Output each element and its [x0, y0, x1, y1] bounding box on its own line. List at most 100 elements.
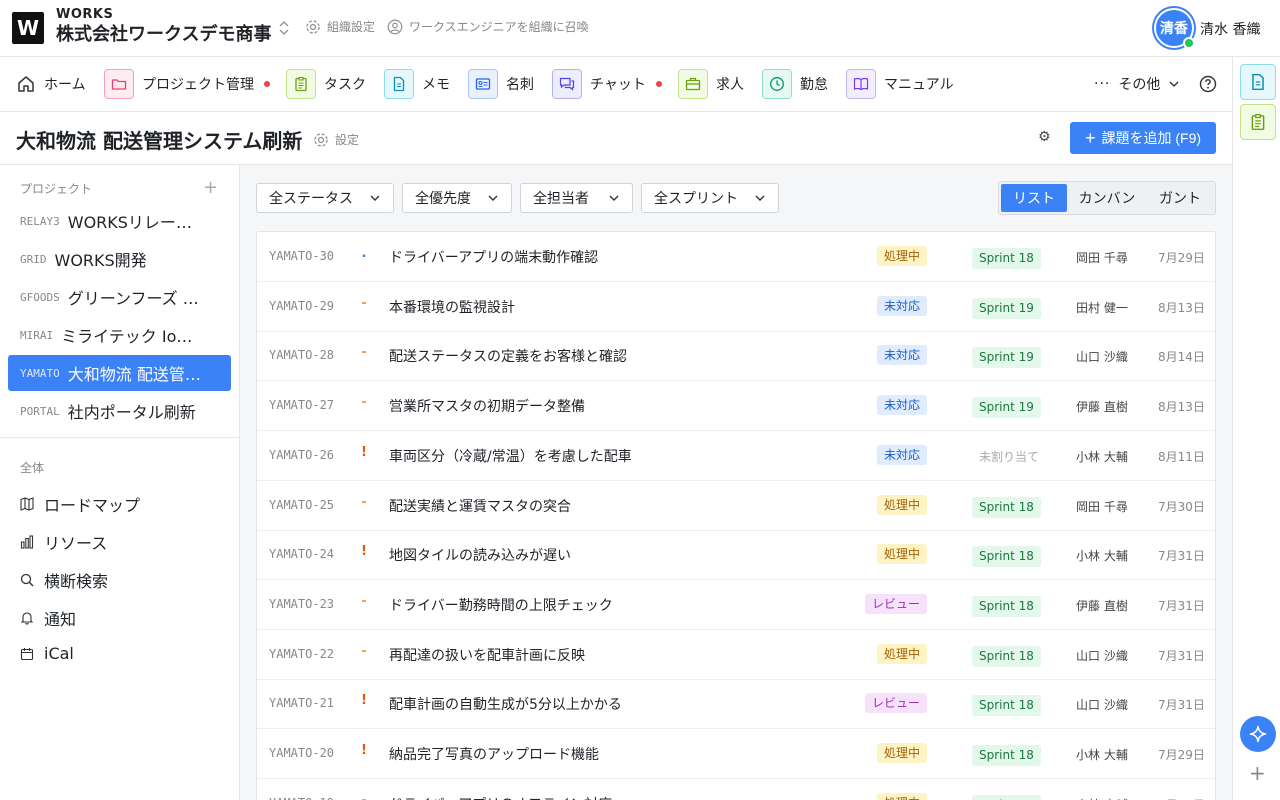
- table-row[interactable]: YAMATO-20! 納品完了写真のアップロード機能 処理中 Sprint 18 小林 …: [257, 729, 1215, 779]
- tab-list[interactable]: リスト: [1001, 184, 1067, 212]
- nav-item-home[interactable]: ホーム: [16, 69, 86, 99]
- table-row[interactable]: YAMATO-23 - ドライバー勤務時間の上限チェック レビュー Sprint 18 伊…: [257, 580, 1215, 630]
- projects-section-label: プロジェクト: [20, 182, 93, 196]
- sprint-filter-select[interactable]: 全スプリント: [641, 183, 779, 213]
- sidebar-project-gfoods[interactable]: GFOODS グリーンフーズ 品質管理: [8, 279, 231, 315]
- table-row[interactable]: YAMATO-25 - 配送実績と運賃マスタの突合 処理中 Sprint 18 岡田 千尋…: [257, 481, 1215, 531]
- table-row[interactable]: YAMATO-26! 車両区分（冷蔵/常温）を考慮した配車 未対応 未割り当て 小林 大…: [257, 431, 1215, 481]
- priority-indicator: -: [361, 295, 367, 311]
- issue-id: YAMATO-29: [269, 298, 335, 313]
- nav-item-memo[interactable]: メモ: [384, 69, 450, 99]
- issue-title: 車両区分（冷蔵/常温）を考慮した配車: [389, 448, 632, 465]
- sidebar-item-resource[interactable]: リソース: [20, 530, 107, 554]
- nav-item-recruiting[interactable]: 求人: [678, 69, 744, 99]
- clipboard-icon: [286, 69, 316, 99]
- brand-name: WORKS: [56, 7, 114, 22]
- table-row[interactable]: YAMATO-29 - 本番環境の監視設計 未対応 Sprint 19 田村 健一 8月13…: [257, 282, 1215, 332]
- nav-item-label: マニュアル: [884, 77, 954, 93]
- add-issue-button[interactable]: + 課題を追加 (F9): [1070, 122, 1216, 154]
- help-button[interactable]: [1199, 69, 1217, 99]
- sidebar-project-portal[interactable]: PORTAL 社内ポータル刷新: [8, 393, 231, 429]
- sidebar-project-relay3[interactable]: RELAY3 WORKSリレー端末: [8, 203, 231, 239]
- priority-indicator: -: [361, 345, 367, 361]
- chevron-down-icon: [1169, 81, 1179, 87]
- table-row[interactable]: YAMATO-22 - 再配達の扱いを配車計画に反映 処理中 Sprint 18 山口 沙…: [257, 630, 1215, 680]
- issue-id: YAMATO-20: [269, 746, 335, 760]
- nav-item-task[interactable]: タスク: [286, 69, 366, 99]
- issue-title: 配送ステータスの定義をお客様と確認: [389, 349, 627, 366]
- invite-engineer-link[interactable]: ワークスエンジニアを組織に召喚: [387, 18, 589, 35]
- view-settings-gear-icon[interactable]: ⚙: [1038, 129, 1051, 145]
- notification-dot: [655, 81, 662, 87]
- chevron-down-icon: [370, 195, 380, 201]
- nav-item-label: チャット: [590, 77, 646, 93]
- priority-indicator: -: [361, 593, 367, 609]
- priority-indicator: !: [361, 544, 367, 560]
- tab-kanban[interactable]: カンバン: [1071, 184, 1143, 212]
- nav-more-menu[interactable]: ··· その他: [1094, 69, 1180, 99]
- org-settings-label: 組織設定: [327, 20, 376, 34]
- issue-title: 配送実績と運賃マスタの突合: [389, 498, 571, 515]
- briefcase-icon: [678, 69, 708, 99]
- nav-item-manual[interactable]: マニュアル: [846, 69, 954, 99]
- priority-filter-select[interactable]: 全優先度: [402, 183, 512, 213]
- user-name[interactable]: 清水 香織: [1200, 19, 1260, 39]
- due-date: 7月31日: [1158, 698, 1205, 713]
- rail-memo-button[interactable]: [1240, 64, 1276, 100]
- due-date: 8月13日: [1158, 300, 1205, 315]
- project-name: WORKSリレー端末: [67, 213, 208, 232]
- view-switcher: リスト カンバン ガント: [998, 181, 1216, 215]
- priority-filter-value: 全優先度: [415, 191, 471, 207]
- tab-gantt[interactable]: ガント: [1147, 184, 1213, 212]
- issue-id: YAMATO-27: [269, 398, 335, 413]
- chevron-down-icon: [488, 195, 498, 201]
- sidebar-project-grid[interactable]: GRID WORKS開発: [8, 241, 231, 277]
- table-row[interactable]: YAMATO-28 - 配送ステータスの定義をお客様と確認 未対応 Sprint 19 山…: [257, 331, 1215, 382]
- works-logo[interactable]: W: [12, 12, 44, 44]
- book-icon: [846, 69, 876, 99]
- nav-item-label: ホーム: [44, 77, 86, 93]
- clipboard-icon: [1251, 114, 1265, 131]
- nav-item-business-card[interactable]: 名刺: [468, 69, 534, 99]
- map-icon: [20, 497, 34, 511]
- nav-item-attendance[interactable]: 勤怠: [762, 69, 828, 99]
- status-badge: 処理中: [876, 246, 927, 266]
- sidebar-divider: [0, 437, 239, 438]
- ai-assistant-button[interactable]: [1240, 716, 1276, 752]
- due-date: 7月31日: [1158, 598, 1205, 613]
- project-settings-link[interactable]: 設定: [313, 131, 359, 148]
- priority-indicator: !: [361, 743, 367, 758]
- sprint-badge: Sprint 18: [972, 794, 1041, 800]
- sidebar-project-mirai[interactable]: MIRAI ミライテック IoT基盤: [8, 317, 231, 353]
- org-settings-link[interactable]: 組織設定: [305, 18, 375, 35]
- sidebar-item-roadmap[interactable]: ロードマップ: [20, 492, 140, 516]
- sidebar-project-yamato[interactable]: YAMATO 大和物流 配送管理システム刷新: [8, 355, 231, 391]
- add-project-icon[interactable]: +: [203, 177, 218, 198]
- project-name: ミライテック IoT基盤: [61, 327, 202, 346]
- rail-add-icon[interactable]: +: [1249, 763, 1266, 783]
- org-switch-chevron-icon[interactable]: [277, 20, 291, 37]
- table-row[interactable]: YAMATO-19 - ドライバーアプリのオフライン対応 処理中 Sprint 18 小林…: [257, 779, 1215, 800]
- nav-item-chat[interactable]: チャット: [552, 69, 662, 99]
- status-badge: 未対応: [876, 395, 927, 416]
- assignee-name: 小林 大輔: [1076, 796, 1128, 800]
- sidebar-item-cross-search[interactable]: 横断検索: [20, 568, 108, 592]
- table-row[interactable]: YAMATO-30. ドライバーアプリの端末動作確認 処理中 Sprint 18 岡田 …: [257, 232, 1215, 282]
- sidebar-item-notifications[interactable]: 通知: [20, 606, 76, 630]
- sprint-badge: Sprint 18: [972, 695, 1041, 717]
- contact-card-icon: [468, 69, 498, 99]
- assignee-name: 伊藤 直樹: [1076, 598, 1128, 613]
- app-navigation: ホーム プロジェクト管理 タスク メモ 名刺 チャット 求人 勤怠 マニュアル …: [0, 57, 1232, 112]
- help-icon: [1199, 75, 1217, 93]
- sprint-filter-value: 全スプリント: [654, 191, 738, 207]
- table-row[interactable]: YAMATO-24! 地図タイルの読み込みが遅い 処理中 Sprint 18 小林 大輔…: [257, 530, 1215, 581]
- rail-task-button[interactable]: [1240, 104, 1276, 140]
- status-filter-select[interactable]: 全ステータス: [256, 183, 394, 213]
- priority-indicator: .: [361, 246, 367, 261]
- brand-block[interactable]: WORKS 株式会社ワークスデモ商事: [56, 7, 271, 47]
- table-row[interactable]: YAMATO-21! 配車計画の自動生成が5分以上かかる レビュー Sprint 18…: [257, 679, 1215, 730]
- nav-item-project-management[interactable]: プロジェクト管理: [104, 69, 270, 99]
- table-row[interactable]: YAMATO-27 - 営業所マスタの初期データ整備 未対応 Sprint 19 伊藤 直…: [257, 381, 1215, 432]
- sidebar-item-ical[interactable]: iCal: [20, 644, 74, 663]
- assignee-filter-select[interactable]: 全担当者: [520, 183, 633, 213]
